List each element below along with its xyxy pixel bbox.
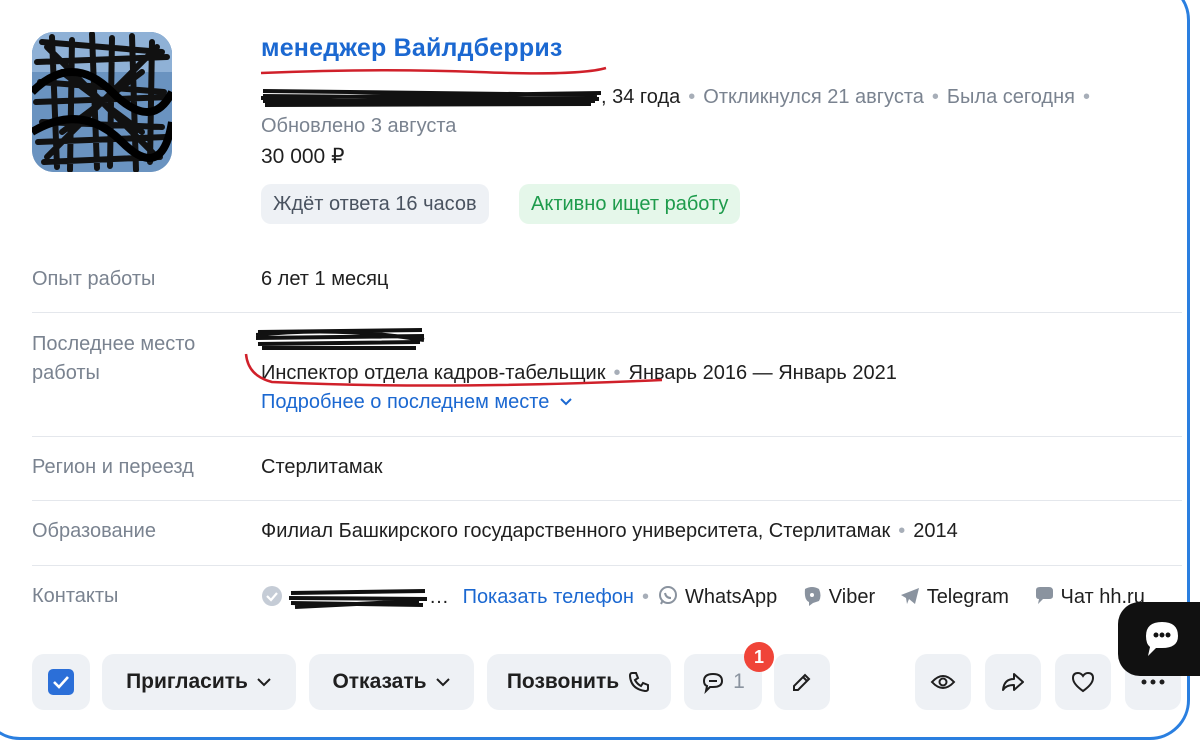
select-checkbox[interactable] [32,654,90,710]
vacancy-title[interactable]: менеджер Вайлдберриз [261,34,563,63]
experience-value: 6 лет 1 месяц [261,268,389,290]
call-label: Позвонить [506,670,620,693]
region-label: Регион и переезд [32,456,194,478]
redacted-company [256,328,425,350]
last-job-label: Последнее место работы [32,333,196,384]
verified-check-icon [262,586,282,606]
salary: 30 000 ₽ [261,145,345,168]
chevron-down-icon [435,678,450,687]
share-arrow-icon [1002,673,1024,691]
favorite-button[interactable] [1055,654,1111,710]
chat-bubble-icon [1146,622,1178,656]
redacted-name [261,88,601,107]
reject-label: Отказать [332,670,427,693]
phone-ellipsis: … [429,586,449,608]
eye-icon [930,675,956,689]
education-label: Образование [32,520,156,542]
divider [32,436,1182,437]
telegram-label[interactable]: Telegram [927,586,1009,608]
chat-icon[interactable] [1033,585,1055,607]
telegram-icon[interactable] [899,585,921,607]
status-badge-waiting: Ждёт ответа 16 часов [261,184,489,224]
region-value: Стерлитамак [261,456,383,478]
candidate-meta: , 34 года • Откликнулся 21 августа • Была се… [261,86,1098,109]
phone-icon [629,672,650,693]
contacts-label: Контакты [32,585,119,607]
redacted-phone [289,588,428,609]
contacts-value: … Показать телефон • WhatsApp Viber Telegr… [261,585,1145,609]
invite-button[interactable]: Пригласить [102,654,296,710]
divider [32,500,1182,501]
pencil-icon [793,673,811,691]
viber-label[interactable]: Viber [829,586,875,608]
notification-badge: 1 [744,642,774,672]
more-link-label: Подробнее о последнем месте [261,391,550,413]
comment-icon [703,672,724,694]
viber-icon[interactable] [801,585,823,607]
education-institution: Филиал Башкирского государственного унив… [261,520,891,542]
chevron-down-icon [257,678,271,687]
whatsapp-label[interactable]: WhatsApp [685,586,777,608]
divider [32,312,1182,313]
invite-label: Пригласить [126,670,248,693]
edit-button[interactable] [774,654,830,710]
heart-icon [1071,671,1095,693]
whatsapp-icon[interactable] [657,585,679,607]
status-badge-active: Активно ищет работу [519,184,741,224]
comments-count: 1 [733,670,745,693]
education-value: Филиал Башкирского государственного унив… [261,520,958,542]
reject-button[interactable]: Отказать [309,654,474,710]
more-dots-icon [1141,679,1165,685]
avatar[interactable] [32,32,172,172]
education-year: 2014 [913,520,958,542]
candidate-age: , 34 года [601,86,681,108]
last-seen: Была сегодня [946,86,1075,108]
updated-date: Обновлено 3 августа [261,115,457,137]
last-job-period: Январь 2016 — Январь 2021 [628,362,897,384]
chat-fab-button[interactable] [1118,602,1200,676]
share-button[interactable] [985,654,1041,710]
show-phone-link[interactable]: Показать телефон [463,586,634,608]
last-job-details: Инспектор отдела кадров-табельщик • Январь… [261,362,897,384]
experience-label: Опыт работы [32,268,156,290]
view-button[interactable] [915,654,971,710]
last-job-position: Инспектор отдела кадров-табельщик [261,362,606,384]
checkbox-checked-icon [48,669,74,695]
call-button[interactable]: Позвонить [487,654,671,710]
divider [32,565,1182,566]
responded-date: Откликнулся 21 августа [703,86,924,108]
more-about-last-job-link[interactable]: Подробнее о последнем месте [261,391,573,414]
chevron-down-icon [560,398,572,406]
